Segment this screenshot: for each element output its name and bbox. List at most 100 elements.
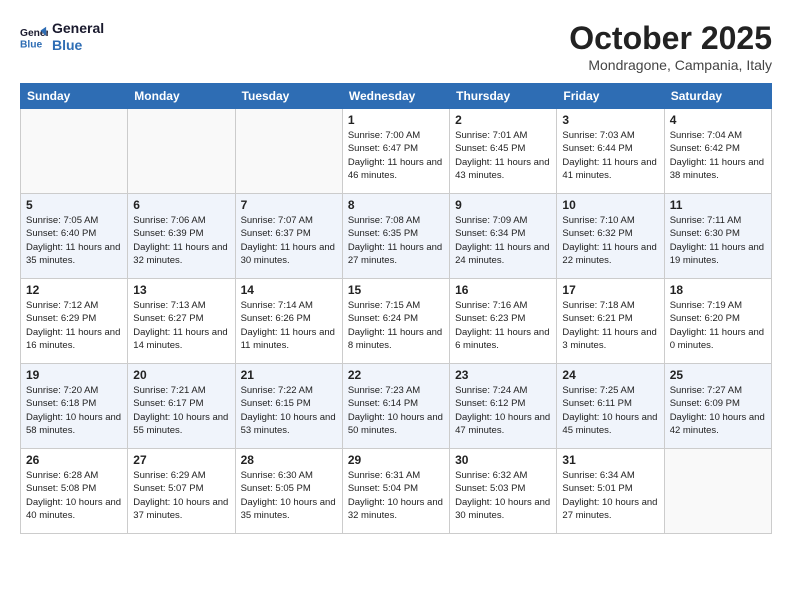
day-number: 4 [670, 113, 766, 127]
day-number: 26 [26, 453, 122, 467]
logo-icon: General Blue [20, 23, 48, 51]
day-info: Sunrise: 7:06 AM Sunset: 6:39 PM Dayligh… [133, 214, 229, 267]
day-info: Sunrise: 7:16 AM Sunset: 6:23 PM Dayligh… [455, 299, 551, 352]
day-cell: 27 Sunrise: 6:29 AM Sunset: 5:07 PM Dayli… [128, 449, 235, 534]
day-cell: 30 Sunrise: 6:32 AM Sunset: 5:03 PM Dayli… [450, 449, 557, 534]
calendar-header-row: SundayMondayTuesdayWednesdayThursdayFrid… [21, 84, 772, 109]
day-cell: 16 Sunrise: 7:16 AM Sunset: 6:23 PM Dayli… [450, 279, 557, 364]
day-cell: 9 Sunrise: 7:09 AM Sunset: 6:34 PM Daylig… [450, 194, 557, 279]
day-number: 13 [133, 283, 229, 297]
day-info: Sunrise: 7:24 AM Sunset: 6:12 PM Dayligh… [455, 384, 551, 437]
day-cell: 31Sunrise: 6:34 AM Sunset: 5:01 PM Dayli… [557, 449, 664, 534]
day-number: 22 [348, 368, 444, 382]
week-row-3: 12 Sunrise: 7:12 AM Sunset: 6:29 PM Dayli… [21, 279, 772, 364]
weekday-header-thursday: Thursday [450, 84, 557, 109]
weekday-header-wednesday: Wednesday [342, 84, 449, 109]
day-cell: 11 Sunrise: 7:11 AM Sunset: 6:30 PM Dayli… [664, 194, 771, 279]
day-cell: 6 Sunrise: 7:06 AM Sunset: 6:39 PM Daylig… [128, 194, 235, 279]
month-title: October 2025 [569, 20, 772, 57]
day-number: 11 [670, 198, 766, 212]
weekday-header-saturday: Saturday [664, 84, 771, 109]
weekday-header-tuesday: Tuesday [235, 84, 342, 109]
day-info: Sunrise: 7:10 AM Sunset: 6:32 PM Dayligh… [562, 214, 658, 267]
day-number: 12 [26, 283, 122, 297]
day-cell: 4 Sunrise: 7:04 AM Sunset: 6:42 PM Daylig… [664, 109, 771, 194]
day-number: 25 [670, 368, 766, 382]
day-cell: 25Sunrise: 7:27 AM Sunset: 6:09 PM Dayli… [664, 364, 771, 449]
day-cell: 28Sunrise: 6:30 AM Sunset: 5:05 PM Dayli… [235, 449, 342, 534]
day-number: 3 [562, 113, 658, 127]
day-info: Sunrise: 6:32 AM Sunset: 5:03 PM Dayligh… [455, 469, 551, 522]
day-info: Sunrise: 6:29 AM Sunset: 5:07 PM Dayligh… [133, 469, 229, 522]
day-number: 19 [26, 368, 122, 382]
logo: General Blue General Blue [20, 20, 104, 54]
day-number: 20 [133, 368, 229, 382]
day-info: Sunrise: 7:05 AM Sunset: 6:40 PM Dayligh… [26, 214, 122, 267]
weekday-header-sunday: Sunday [21, 84, 128, 109]
calendar-body: 1Sunrise: 7:00 AM Sunset: 6:47 PM Daylig… [21, 109, 772, 534]
day-info: Sunrise: 7:18 AM Sunset: 6:21 PM Dayligh… [562, 299, 658, 352]
day-info: Sunrise: 7:25 AM Sunset: 6:11 PM Dayligh… [562, 384, 658, 437]
day-cell: 7 Sunrise: 7:07 AM Sunset: 6:37 PM Daylig… [235, 194, 342, 279]
day-cell: 10 Sunrise: 7:10 AM Sunset: 6:32 PM Dayli… [557, 194, 664, 279]
day-info: Sunrise: 7:03 AM Sunset: 6:44 PM Dayligh… [562, 129, 658, 182]
day-cell: 19 Sunrise: 7:20 AM Sunset: 6:18 PM Dayli… [21, 364, 128, 449]
day-number: 17 [562, 283, 658, 297]
day-info: Sunrise: 7:14 AM Sunset: 6:26 PM Dayligh… [241, 299, 337, 352]
day-info: Sunrise: 7:09 AM Sunset: 6:34 PM Dayligh… [455, 214, 551, 267]
page-header: General Blue General Blue October 2025 M… [20, 20, 772, 73]
day-cell: 21 Sunrise: 7:22 AM Sunset: 6:15 PM Dayli… [235, 364, 342, 449]
day-number: 7 [241, 198, 337, 212]
day-info: Sunrise: 7:01 AM Sunset: 6:45 PM Dayligh… [455, 129, 551, 182]
day-cell: 24Sunrise: 7:25 AM Sunset: 6:11 PM Dayli… [557, 364, 664, 449]
title-block: October 2025 Mondragone, Campania, Italy [569, 20, 772, 73]
day-cell: 8 Sunrise: 7:08 AM Sunset: 6:35 PM Daylig… [342, 194, 449, 279]
day-info: Sunrise: 7:04 AM Sunset: 6:42 PM Dayligh… [670, 129, 766, 182]
day-number: 8 [348, 198, 444, 212]
day-cell [128, 109, 235, 194]
day-cell: 14Sunrise: 7:14 AM Sunset: 6:26 PM Dayli… [235, 279, 342, 364]
day-info: Sunrise: 7:08 AM Sunset: 6:35 PM Dayligh… [348, 214, 444, 267]
day-cell: 1Sunrise: 7:00 AM Sunset: 6:47 PM Daylig… [342, 109, 449, 194]
day-cell: 17 Sunrise: 7:18 AM Sunset: 6:21 PM Dayli… [557, 279, 664, 364]
day-info: Sunrise: 7:13 AM Sunset: 6:27 PM Dayligh… [133, 299, 229, 352]
week-row-2: 5Sunrise: 7:05 AM Sunset: 6:40 PM Daylig… [21, 194, 772, 279]
logo-general: General [52, 20, 104, 37]
day-info: Sunrise: 7:15 AM Sunset: 6:24 PM Dayligh… [348, 299, 444, 352]
location-subtitle: Mondragone, Campania, Italy [569, 57, 772, 73]
day-cell: 2Sunrise: 7:01 AM Sunset: 6:45 PM Daylig… [450, 109, 557, 194]
day-cell: 13 Sunrise: 7:13 AM Sunset: 6:27 PM Dayli… [128, 279, 235, 364]
day-number: 23 [455, 368, 551, 382]
week-row-1: 1Sunrise: 7:00 AM Sunset: 6:47 PM Daylig… [21, 109, 772, 194]
day-info: Sunrise: 6:30 AM Sunset: 5:05 PM Dayligh… [241, 469, 337, 522]
day-info: Sunrise: 7:22 AM Sunset: 6:15 PM Dayligh… [241, 384, 337, 437]
day-cell: 12 Sunrise: 7:12 AM Sunset: 6:29 PM Dayli… [21, 279, 128, 364]
day-cell: 15 Sunrise: 7:15 AM Sunset: 6:24 PM Dayli… [342, 279, 449, 364]
day-cell [235, 109, 342, 194]
day-number: 30 [455, 453, 551, 467]
day-number: 6 [133, 198, 229, 212]
day-cell: 3 Sunrise: 7:03 AM Sunset: 6:44 PM Daylig… [557, 109, 664, 194]
day-info: Sunrise: 7:11 AM Sunset: 6:30 PM Dayligh… [670, 214, 766, 267]
day-info: Sunrise: 6:28 AM Sunset: 5:08 PM Dayligh… [26, 469, 122, 522]
calendar-table: SundayMondayTuesdayWednesdayThursdayFrid… [20, 83, 772, 534]
day-cell: 18Sunrise: 7:19 AM Sunset: 6:20 PM Dayli… [664, 279, 771, 364]
day-number: 1 [348, 113, 444, 127]
day-info: Sunrise: 7:20 AM Sunset: 6:18 PM Dayligh… [26, 384, 122, 437]
day-number: 9 [455, 198, 551, 212]
day-cell [21, 109, 128, 194]
day-info: Sunrise: 7:12 AM Sunset: 6:29 PM Dayligh… [26, 299, 122, 352]
day-number: 10 [562, 198, 658, 212]
day-number: 31 [562, 453, 658, 467]
day-number: 16 [455, 283, 551, 297]
day-number: 15 [348, 283, 444, 297]
day-cell: 26 Sunrise: 6:28 AM Sunset: 5:08 PM Dayli… [21, 449, 128, 534]
day-number: 21 [241, 368, 337, 382]
week-row-5: 26 Sunrise: 6:28 AM Sunset: 5:08 PM Dayli… [21, 449, 772, 534]
weekday-header-friday: Friday [557, 84, 664, 109]
day-number: 27 [133, 453, 229, 467]
day-number: 18 [670, 283, 766, 297]
day-cell: 23 Sunrise: 7:24 AM Sunset: 6:12 PM Dayli… [450, 364, 557, 449]
day-info: Sunrise: 7:07 AM Sunset: 6:37 PM Dayligh… [241, 214, 337, 267]
weekday-header-monday: Monday [128, 84, 235, 109]
